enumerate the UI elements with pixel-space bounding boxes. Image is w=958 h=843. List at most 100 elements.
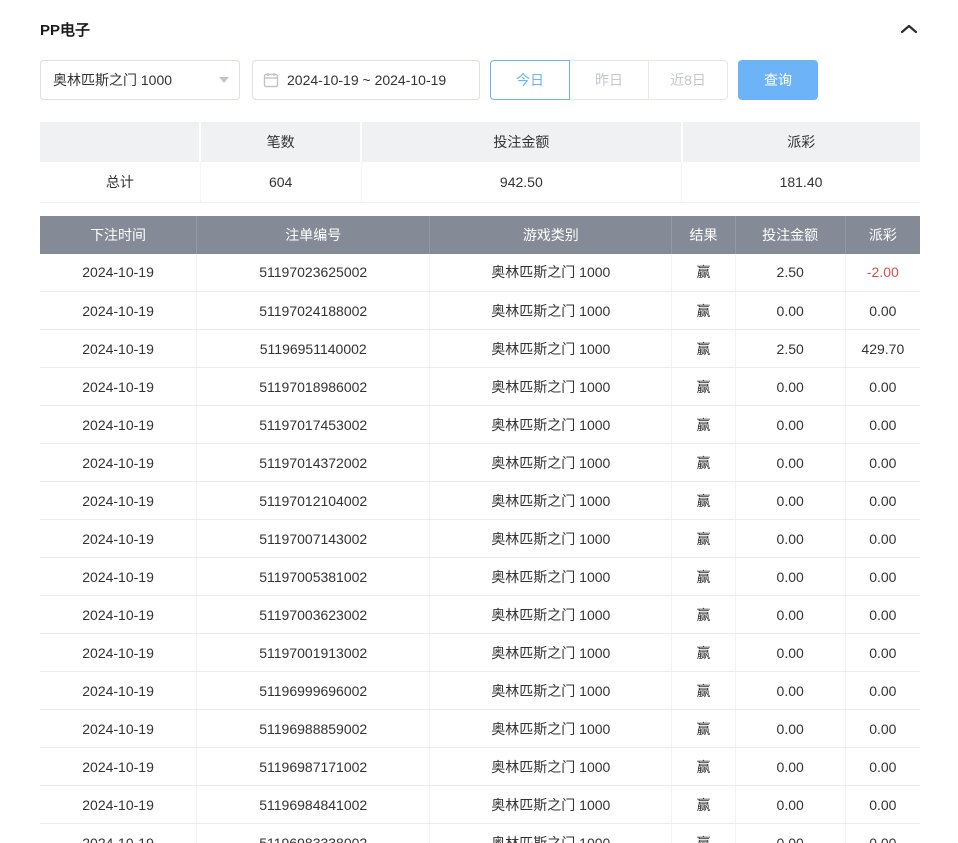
cell-result: 赢 — [672, 710, 735, 748]
cell-bet-id: 51196987171002 — [197, 748, 430, 786]
cell-result: 赢 — [672, 596, 735, 634]
table-row: 2024-10-19 51197017453002 奥林匹斯之门 1000 赢 … — [40, 406, 920, 444]
table-row: 2024-10-19 51196983338002 奥林匹斯之门 1000 赢 … — [40, 824, 920, 843]
cell-payout: 0.00 — [845, 292, 920, 330]
cell-bet-amount: 0.00 — [735, 748, 845, 786]
table-row: 2024-10-19 51196951140002 奥林匹斯之门 1000 赢 … — [40, 330, 920, 368]
header-bet-amount: 投注金额 — [735, 216, 845, 254]
cell-bet-amount: 0.00 — [735, 292, 845, 330]
cell-bet-amount: 0.00 — [735, 786, 845, 824]
cell-bet-amount: 0.00 — [735, 520, 845, 558]
cell-result: 赢 — [672, 406, 735, 444]
today-button[interactable]: 今日 — [490, 60, 570, 100]
search-button[interactable]: 查询 — [738, 60, 818, 100]
bets-table: 下注时间 注单编号 游戏类别 结果 投注金额 派彩 2024-10-19 511… — [40, 216, 920, 843]
cell-payout: 0.00 — [845, 482, 920, 520]
cell-bet-amount: 0.00 — [735, 596, 845, 634]
cell-result: 赢 — [672, 672, 735, 710]
summary-header-count: 笔数 — [200, 122, 361, 162]
summary-header-row: 笔数 投注金额 派彩 — [40, 122, 920, 162]
cell-bet-id: 51197023625002 — [197, 254, 430, 292]
cell-payout: 0.00 — [845, 520, 920, 558]
cell-result: 赢 — [672, 330, 735, 368]
cell-game-category: 奥林匹斯之门 1000 — [430, 482, 672, 520]
cell-payout: 429.70 — [845, 330, 920, 368]
cell-bet-id: 51197017453002 — [197, 406, 430, 444]
table-row: 2024-10-19 51196999696002 奥林匹斯之门 1000 赢 … — [40, 672, 920, 710]
cell-payout: 0.00 — [845, 596, 920, 634]
cell-bet-time: 2024-10-19 — [40, 558, 197, 596]
summary-total-payout: 181.40 — [682, 162, 921, 202]
game-select[interactable]: 奥林匹斯之门 1000 — [40, 60, 240, 100]
calendar-icon — [263, 72, 279, 88]
cell-game-category: 奥林匹斯之门 1000 — [430, 786, 672, 824]
summary-total-count: 604 — [200, 162, 361, 202]
cell-bet-time: 2024-10-19 — [40, 824, 197, 843]
cell-bet-amount: 0.00 — [735, 672, 845, 710]
cell-bet-time: 2024-10-19 — [40, 748, 197, 786]
cell-bet-time: 2024-10-19 — [40, 634, 197, 672]
cell-game-category: 奥林匹斯之门 1000 — [430, 748, 672, 786]
cell-bet-id: 51196984841002 — [197, 786, 430, 824]
cell-bet-time: 2024-10-19 — [40, 330, 197, 368]
cell-payout: 0.00 — [845, 406, 920, 444]
cell-bet-amount: 0.00 — [735, 824, 845, 843]
cell-bet-amount: 0.00 — [735, 444, 845, 482]
last-8-days-button[interactable]: 近8日 — [648, 60, 728, 100]
cell-bet-id: 51197024188002 — [197, 292, 430, 330]
header-game-category: 游戏类别 — [430, 216, 672, 254]
summary-total-bet-amount: 942.50 — [361, 162, 681, 202]
panel-header: PP电子 — [40, 16, 920, 42]
cell-game-category: 奥林匹斯之门 1000 — [430, 520, 672, 558]
summary-header-blank — [40, 122, 200, 162]
cell-bet-id: 51197018986002 — [197, 368, 430, 406]
cell-bet-id: 51196983338002 — [197, 824, 430, 843]
cell-payout: 0.00 — [845, 672, 920, 710]
cell-bet-amount: 2.50 — [735, 330, 845, 368]
summary-header-bet-amount: 投注金额 — [361, 122, 681, 162]
table-row: 2024-10-19 51197012104002 奥林匹斯之门 1000 赢 … — [40, 482, 920, 520]
cell-result: 赢 — [672, 520, 735, 558]
cell-bet-time: 2024-10-19 — [40, 482, 197, 520]
cell-game-category: 奥林匹斯之门 1000 — [430, 254, 672, 292]
cell-bet-id: 51196999696002 — [197, 672, 430, 710]
table-row: 2024-10-19 51197003623002 奥林匹斯之门 1000 赢 … — [40, 596, 920, 634]
cell-bet-time: 2024-10-19 — [40, 444, 197, 482]
cell-result: 赢 — [672, 254, 735, 292]
cell-bet-id: 51196988859002 — [197, 710, 430, 748]
cell-payout: 0.00 — [845, 786, 920, 824]
cell-game-category: 奥林匹斯之门 1000 — [430, 710, 672, 748]
cell-bet-id: 51197003623002 — [197, 596, 430, 634]
date-range-picker[interactable]: 2024-10-19 ~ 2024-10-19 — [252, 60, 480, 100]
cell-payout: 0.00 — [845, 748, 920, 786]
collapse-panel-button[interactable] — [898, 21, 920, 37]
cell-result: 赢 — [672, 444, 735, 482]
date-range-value: 2024-10-19 ~ 2024-10-19 — [287, 72, 446, 88]
table-row: 2024-10-19 51197005381002 奥林匹斯之门 1000 赢 … — [40, 558, 920, 596]
summary-header-payout: 派彩 — [682, 122, 921, 162]
table-row: 2024-10-19 51197023625002 奥林匹斯之门 1000 赢 … — [40, 254, 920, 292]
cell-payout: 0.00 — [845, 634, 920, 672]
cell-result: 赢 — [672, 824, 735, 843]
cell-result: 赢 — [672, 634, 735, 672]
cell-game-category: 奥林匹斯之门 1000 — [430, 368, 672, 406]
cell-bet-amount: 2.50 — [735, 254, 845, 292]
cell-result: 赢 — [672, 482, 735, 520]
cell-game-category: 奥林匹斯之门 1000 — [430, 444, 672, 482]
chevron-up-icon — [900, 23, 918, 38]
cell-payout: 0.00 — [845, 444, 920, 482]
cell-bet-id: 51197005381002 — [197, 558, 430, 596]
cell-game-category: 奥林匹斯之门 1000 — [430, 596, 672, 634]
cell-game-category: 奥林匹斯之门 1000 — [430, 330, 672, 368]
yesterday-button[interactable]: 昨日 — [569, 60, 649, 100]
game-select-value: 奥林匹斯之门 1000 — [53, 70, 172, 90]
cell-bet-id: 51197012104002 — [197, 482, 430, 520]
cell-bet-time: 2024-10-19 — [40, 596, 197, 634]
cell-bet-amount: 0.00 — [735, 406, 845, 444]
cell-result: 赢 — [672, 292, 735, 330]
cell-game-category: 奥林匹斯之门 1000 — [430, 406, 672, 444]
cell-payout: 0.00 — [845, 558, 920, 596]
table-row: 2024-10-19 51197024188002 奥林匹斯之门 1000 赢 … — [40, 292, 920, 330]
cell-bet-time: 2024-10-19 — [40, 520, 197, 558]
cell-game-category: 奥林匹斯之门 1000 — [430, 672, 672, 710]
